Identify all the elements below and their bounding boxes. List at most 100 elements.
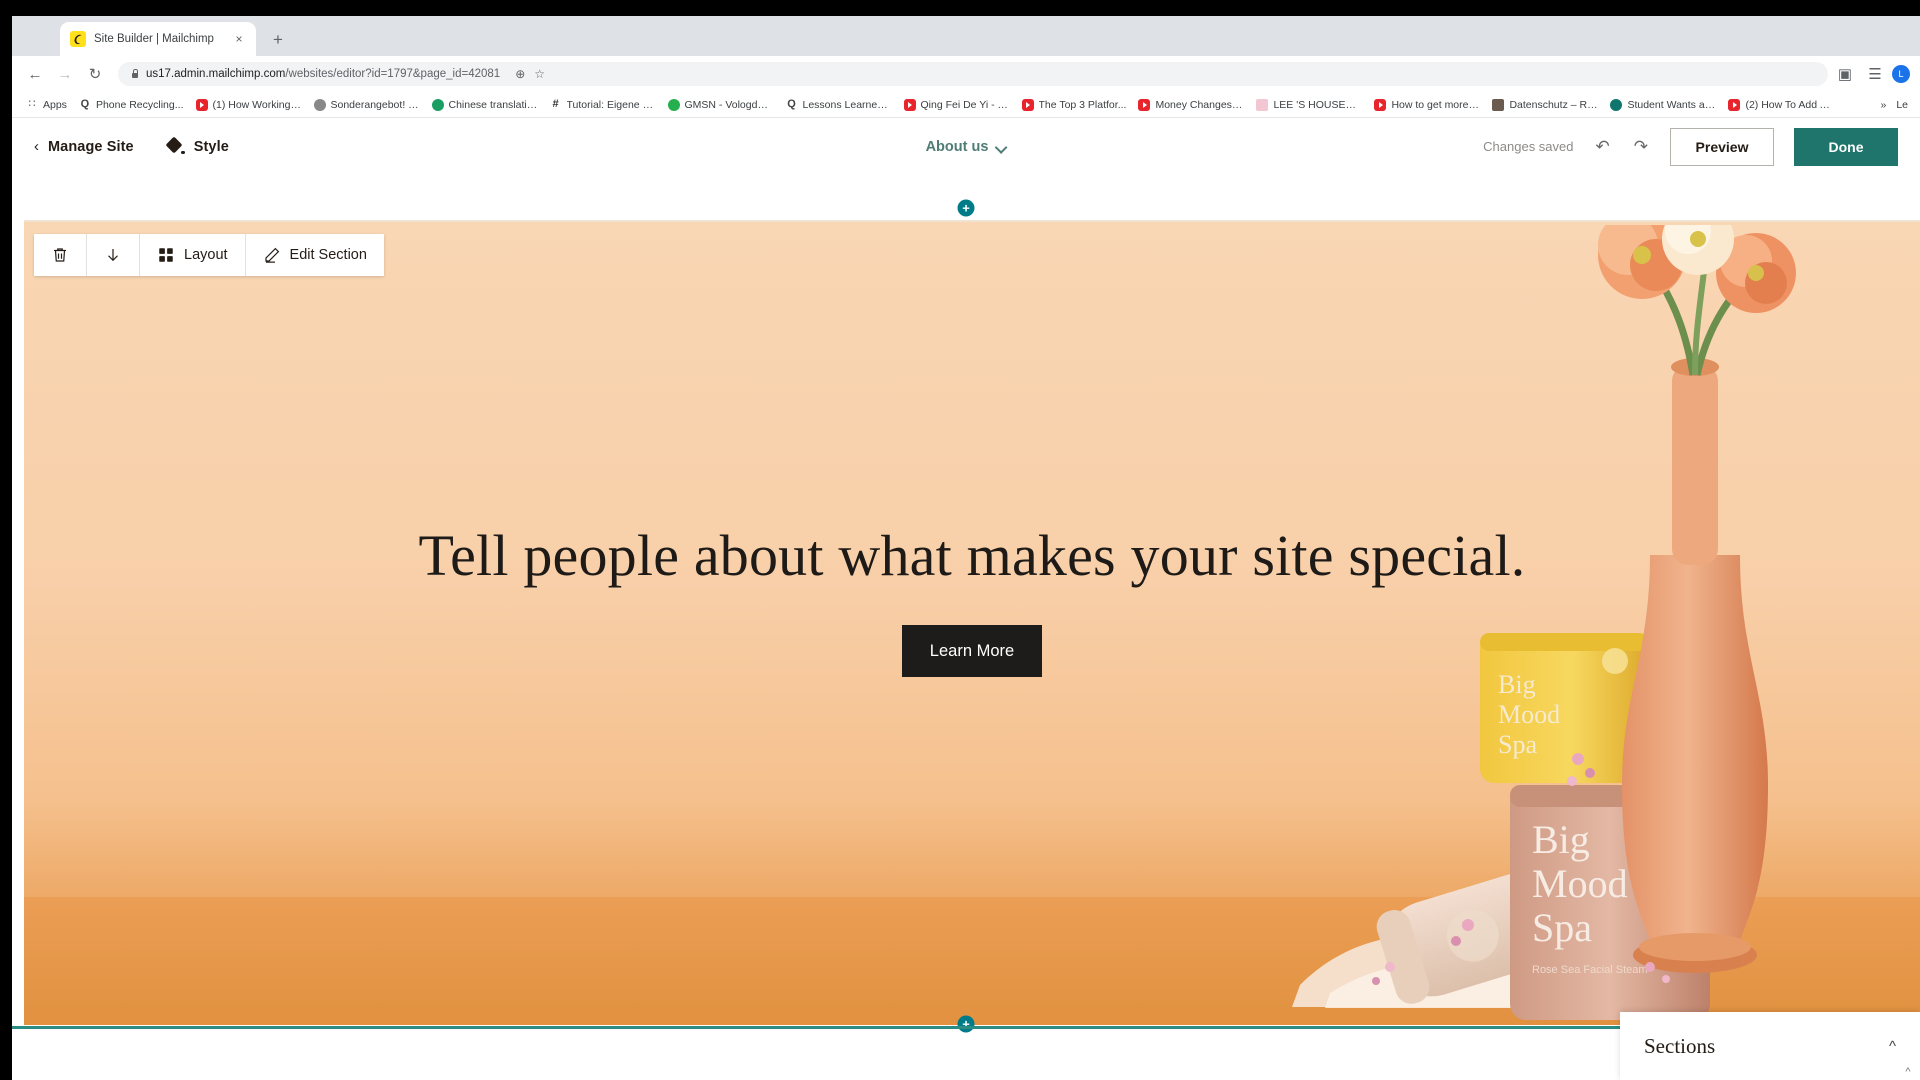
bookmark-label: Apps [43,98,67,111]
add-section-bottom-button[interactable]: + [957,1015,975,1033]
mailchimp-site-builder: ‹ Manage Site Style About us Changes sav… [12,118,1920,1080]
bookmark-item[interactable]: Datenschutz – Re... [1486,97,1604,113]
bookmark-label: Money Changes E... [1155,98,1245,111]
add-section-top-button[interactable]: + [957,199,975,217]
omnibox-row: ← → ↻ us17.admin.mailchimp.com/websites/… [12,56,1920,92]
product-label-2: Mood [1532,861,1628,906]
reload-icon[interactable]: ↻ [82,61,108,87]
green-circle-icon [431,98,444,111]
preview-button[interactable]: Preview [1670,127,1774,166]
sections-panel-title: Sections [1644,1033,1716,1058]
bookmarks-bar: ∷ Apps Q Phone Recycling... (1) How Working … [12,92,1920,118]
bookmarks-overflow[interactable]: » Le [1880,99,1912,111]
move-section-down-button[interactable] [87,234,140,276]
extension-icon[interactable]: ▣ [1832,61,1858,87]
browser-window: Site Builder | Mailchimp × + ← → ↻ us17.… [12,16,1920,1080]
changes-saved-status: Changes saved [1483,139,1574,154]
bookmark-label: Phone Recycling... [95,98,184,111]
bookmark-item[interactable]: The Top 3 Platfor... [1016,97,1133,113]
section-toolbar: Layout Edit Section [34,234,384,276]
trash-icon [54,248,66,262]
browser-tab[interactable]: Site Builder | Mailchimp × [60,22,256,56]
forward-icon: → [57,65,73,83]
hero-content[interactable]: Tell people about what makes your site s… [402,522,1542,678]
youtube-icon [195,98,208,111]
lock-icon [130,69,139,80]
mailchimp-favicon [70,31,86,47]
bookmarks-last-label: Le [1896,98,1908,111]
tab-title: Site Builder | Mailchimp [94,33,214,45]
style-label: Style [193,138,229,155]
tab-strip: Site Builder | Mailchimp × + [12,16,1920,56]
learn-more-button[interactable]: Learn More [902,625,1042,678]
sections-panel[interactable]: Sections ^ [1620,1012,1920,1080]
redo-icon[interactable]: ↷ [1632,138,1650,155]
search-q-icon: Q [80,98,90,110]
manage-site-button[interactable]: ‹ Manage Site [34,139,134,155]
chevron-down-icon [996,142,1006,152]
undo-icon[interactable]: ↶ [1594,138,1612,155]
green-circle-icon [667,98,680,111]
hash-icon: # [552,98,559,110]
top-jar-label-2: Mood [1498,700,1560,729]
bookmark-label: Qing Fei De Yi - Y... [920,98,1010,111]
edit-section-label: Edit Section [289,247,367,263]
profile-avatar[interactable]: L [1892,65,1910,83]
bookmark-item[interactable]: GMSN - Vologda,... [662,97,780,113]
youtube-icon [1374,98,1387,111]
manage-site-label: Manage Site [48,138,134,155]
zoom-icon[interactable]: ⊕ [515,67,525,81]
delete-section-button[interactable] [34,234,87,276]
check-circle-icon [313,98,326,111]
pencil-icon [264,247,279,263]
url-text: us17.admin.mailchimp.com/websites/editor… [146,68,500,80]
hero-section[interactable]: Big Mood Spa Rose Sea Facial Steam Big M… [24,220,1920,1025]
page-selector-label: About us [925,138,989,155]
bookmark-item[interactable]: Money Changes E... [1132,97,1250,113]
extensions-puzzle-icon[interactable]: ☰ [1862,61,1888,87]
app-toolbar: ‹ Manage Site Style About us Changes sav… [12,118,1920,175]
bookmark-label: Lessons Learned f... [802,98,892,111]
youtube-icon [1138,98,1151,111]
bookmark-item[interactable]: LEE 'S HOUSE—... [1250,97,1368,113]
canvas-left-rail [12,220,24,1025]
edit-section-button[interactable]: Edit Section [246,234,384,276]
layout-label: Layout [184,247,228,263]
bookmark-label: The Top 3 Platfor... [1038,98,1127,111]
photo-icon [1492,98,1505,111]
style-button[interactable]: Style [168,138,229,155]
bookmark-item[interactable]: # Tutorial: Eigene Fa... [544,97,662,113]
bookmark-item[interactable]: Qing Fei De Yi - Y... [898,97,1016,113]
bookmark-item[interactable]: Chinese translatio... [426,97,544,113]
chevron-left-icon: ‹ [34,138,39,155]
app-toolbar-left: ‹ Manage Site Style [34,138,229,155]
bookmark-item[interactable]: How to get more v... [1368,97,1486,113]
bookmark-star-icon[interactable]: ☆ [534,67,545,81]
editor-canvas: + Big Mood Spa Rose Sea Facial Steam Big… [12,175,1920,1080]
new-tab-button[interactable]: + [264,25,292,53]
product-label-3: Spa [1532,905,1592,950]
paint-diamond-icon [168,138,185,155]
bookmark-item[interactable]: (2) How To Add A... [1722,97,1840,113]
scroll-indicator[interactable]: ^ [1902,1066,1914,1078]
layout-button[interactable]: Layout [140,234,246,276]
back-icon[interactable]: ← [22,61,48,87]
url-host: us17.admin.mailchimp.com [146,68,286,80]
address-bar[interactable]: us17.admin.mailchimp.com/websites/editor… [118,62,1828,86]
app-toolbar-right: Changes saved ↶ ↷ Preview Done [1483,127,1898,166]
bookmark-item[interactable]: (1) How Working a... [190,97,308,113]
bookmark-label: How to get more v... [1391,98,1481,111]
grid-icon [159,248,173,262]
bookmark-item[interactable]: Q Phone Recycling... [73,97,190,113]
bookmark-item[interactable]: Sonderangebot! |... [308,97,426,113]
gray-dots-icon: Q [787,98,796,110]
bookmark-item[interactable]: ∷ Apps [20,97,73,113]
bookmark-item[interactable]: Student Wants an... [1604,97,1722,113]
done-button[interactable]: Done [1794,127,1898,166]
bookmark-item[interactable]: Q Lessons Learned f... [780,97,898,113]
bookmarks-overflow-icon: » [1880,98,1887,111]
bookmark-label: (1) How Working a... [212,98,302,111]
page-selector[interactable]: About us [926,139,1007,155]
chevron-up-icon[interactable]: ^ [1889,1039,1896,1054]
close-icon[interactable]: × [232,32,246,46]
